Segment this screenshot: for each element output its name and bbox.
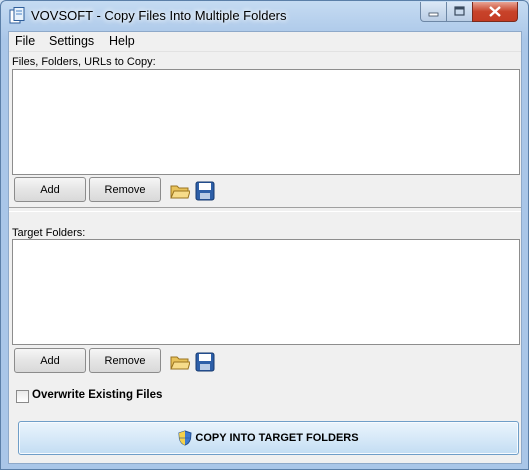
sources-label: Files, Folders, URLs to Copy: <box>12 56 156 68</box>
targets-list[interactable] <box>12 239 520 345</box>
menu-file[interactable]: File <box>15 34 35 48</box>
close-icon <box>489 6 501 17</box>
copy-button-label: COPY INTO TARGET FOLDERS <box>195 432 359 444</box>
minimize-button[interactable] <box>420 2 447 22</box>
sources-add-button[interactable]: Add <box>14 177 86 202</box>
sources-list[interactable] <box>12 69 520 175</box>
targets-remove-button[interactable]: Remove <box>89 348 161 373</box>
menu-bar: File Settings Help <box>9 32 521 52</box>
targets-add-button[interactable]: Add <box>14 348 86 373</box>
floppy-disk-icon[interactable] <box>195 352 215 372</box>
overwrite-checkbox[interactable] <box>16 390 29 403</box>
menu-help[interactable]: Help <box>109 34 135 48</box>
minimize-icon <box>428 12 439 17</box>
splitter[interactable] <box>9 207 521 212</box>
title-bar: VOVSOFT - Copy Files Into Multiple Folde… <box>1 1 528 31</box>
maximize-button[interactable] <box>446 2 473 22</box>
app-window: VOVSOFT - Copy Files Into Multiple Folde… <box>0 0 529 470</box>
targets-label: Target Folders: <box>12 227 86 239</box>
floppy-disk-icon[interactable] <box>195 181 215 201</box>
close-button[interactable] <box>472 2 518 22</box>
uac-shield-icon <box>178 430 192 446</box>
overwrite-label[interactable]: Overwrite Existing Files <box>32 389 162 401</box>
sources-remove-button[interactable]: Remove <box>89 177 161 202</box>
folder-open-icon[interactable] <box>170 181 190 201</box>
copy-into-target-folders-button[interactable]: COPY INTO TARGET FOLDERS <box>18 421 519 455</box>
window-title: VOVSOFT - Copy Files Into Multiple Folde… <box>31 8 287 23</box>
menu-settings[interactable]: Settings <box>49 34 94 48</box>
copy-files-app-icon <box>9 7 25 24</box>
folder-open-icon[interactable] <box>170 352 190 372</box>
maximize-icon <box>454 6 465 16</box>
client-area: File Settings Help Files, Folders, URLs … <box>8 31 522 464</box>
